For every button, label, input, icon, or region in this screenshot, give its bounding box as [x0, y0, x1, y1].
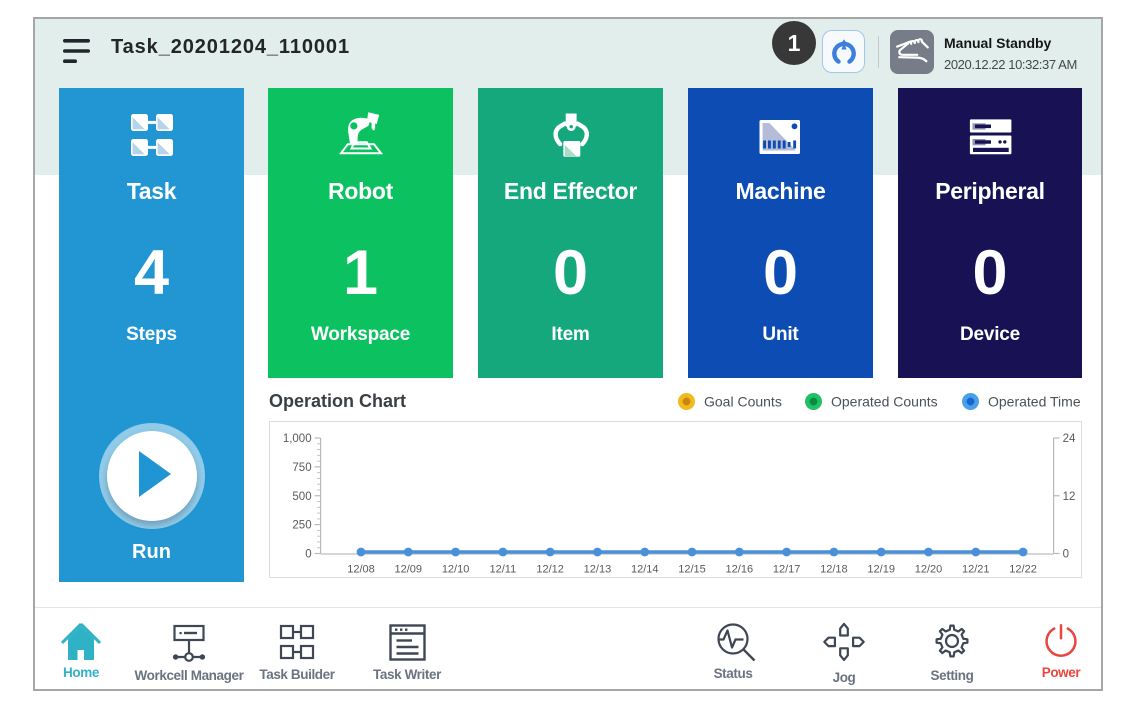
svg-text:500: 500 [292, 491, 311, 503]
svg-text:12/14: 12/14 [631, 564, 659, 576]
svg-text:12/22: 12/22 [1009, 564, 1037, 576]
svg-text:12/15: 12/15 [678, 564, 706, 576]
svg-text:12/18: 12/18 [820, 564, 848, 576]
svg-text:12/10: 12/10 [442, 564, 470, 576]
svg-text:12/20: 12/20 [915, 564, 943, 576]
svg-text:12/12: 12/12 [536, 564, 564, 576]
svg-text:12/19: 12/19 [867, 564, 895, 576]
svg-text:24: 24 [1063, 433, 1076, 445]
svg-text:0: 0 [1063, 549, 1069, 561]
svg-text:0: 0 [305, 549, 311, 561]
svg-text:12/11: 12/11 [490, 564, 517, 576]
svg-text:12/13: 12/13 [584, 564, 612, 576]
svg-text:1,000: 1,000 [283, 433, 312, 445]
svg-text:12/17: 12/17 [773, 564, 801, 576]
svg-text:250: 250 [292, 520, 311, 532]
svg-text:12: 12 [1063, 491, 1076, 503]
svg-text:12/16: 12/16 [726, 564, 754, 576]
svg-text:12/09: 12/09 [395, 564, 423, 576]
svg-text:12/08: 12/08 [347, 564, 375, 576]
svg-text:750: 750 [292, 462, 311, 474]
svg-text:12/21: 12/21 [962, 564, 990, 576]
